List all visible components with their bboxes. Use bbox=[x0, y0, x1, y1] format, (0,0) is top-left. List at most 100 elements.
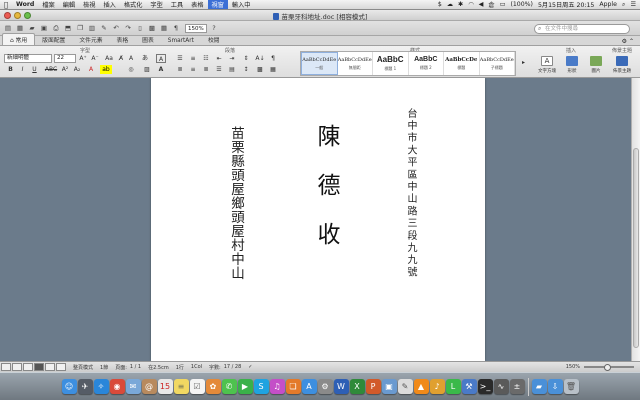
outline-view-button[interactable] bbox=[12, 363, 22, 371]
menu-edit[interactable]: 編輯 bbox=[59, 0, 79, 9]
zoom-slider[interactable] bbox=[584, 364, 634, 371]
highlight-icon[interactable]: ab bbox=[100, 65, 112, 74]
scrollbar-thumb[interactable] bbox=[633, 148, 639, 348]
open-folder-icon[interactable]: ▰ bbox=[27, 23, 37, 33]
superscript-icon[interactable]: A² bbox=[60, 65, 70, 74]
style-title[interactable]: AaBbCcDe 標題 bbox=[444, 52, 480, 75]
italic-icon[interactable]: I bbox=[18, 65, 27, 74]
line-icon[interactable]: L bbox=[445, 379, 461, 394]
bluetooth-icon[interactable]: ✱ bbox=[457, 1, 464, 8]
paste-icon[interactable]: ▥ bbox=[87, 23, 97, 33]
notebook-view-button[interactable] bbox=[45, 363, 55, 371]
document-page[interactable]: 台中市大平區中山路三段九九號 陳德收 苗栗縣頭屋鄉頭屋村中山 bbox=[151, 78, 485, 361]
menu-file[interactable]: 檔案 bbox=[38, 0, 58, 9]
itunes-icon[interactable]: ♫ bbox=[269, 379, 285, 394]
word-icon[interactable]: W bbox=[333, 379, 349, 394]
styles-more-icon[interactable]: ▸ bbox=[519, 58, 528, 67]
vertical-scrollbar[interactable] bbox=[631, 78, 640, 361]
trash-icon[interactable]: 🗑 bbox=[563, 379, 579, 394]
menu-font[interactable]: 字型 bbox=[146, 0, 166, 9]
focus-view-button[interactable] bbox=[56, 363, 66, 371]
recipient-name-text[interactable]: 陳德收 bbox=[309, 124, 343, 271]
spelling-check-icon[interactable]: ✓ bbox=[248, 364, 252, 370]
menu-input[interactable]: 輸入中 bbox=[228, 0, 255, 9]
shading-icon[interactable]: ▩ bbox=[255, 65, 265, 74]
recipient-address-text[interactable]: 苗栗縣頭屋鄉頭屋村中山 bbox=[226, 126, 246, 280]
terminal-icon[interactable]: >_ bbox=[477, 379, 493, 394]
text-direction-icon[interactable]: ⇕ bbox=[241, 54, 251, 63]
sort-icon[interactable]: A↓ bbox=[255, 54, 265, 63]
style-subtitle[interactable]: AaBbCcDdEe 子標題 bbox=[480, 52, 515, 75]
zoom-select[interactable]: 150% bbox=[185, 23, 207, 33]
help-icon[interactable]: ? bbox=[209, 23, 219, 33]
insert-picture-button[interactable]: 圖片 bbox=[584, 56, 608, 74]
templates-icon[interactable]: ▦ bbox=[15, 23, 25, 33]
notes-icon[interactable]: ≡ bbox=[173, 379, 189, 394]
table-insert-icon[interactable]: ▦ bbox=[159, 23, 169, 33]
phonetic-guide-icon[interactable]: あ bbox=[140, 54, 150, 63]
menu-format[interactable]: 格式化 bbox=[120, 0, 147, 9]
insert-text-box-button[interactable]: A 文字方塊 bbox=[535, 56, 559, 74]
menu-clock[interactable]: 5月15日周五 20:15 bbox=[537, 0, 595, 9]
media-browser-icon[interactable]: ▩ bbox=[147, 23, 157, 33]
apple-menu-icon[interactable]:  bbox=[0, 1, 12, 9]
show-marks-icon[interactable]: ¶ bbox=[268, 54, 278, 63]
numbering-icon[interactable]: ≡ bbox=[188, 54, 198, 63]
finder-icon[interactable]: ☺ bbox=[61, 379, 77, 394]
clear-format-icon[interactable]: A̸ bbox=[116, 54, 126, 63]
script-menu-icon[interactable]: $ bbox=[437, 1, 443, 8]
subscript-icon[interactable]: A₂ bbox=[72, 65, 82, 74]
input-source-icon[interactable]: 倉 bbox=[487, 0, 495, 9]
change-case-icon[interactable]: Aa bbox=[104, 54, 114, 63]
messages-icon[interactable]: ✆ bbox=[221, 379, 237, 394]
skype-icon[interactable]: S bbox=[253, 379, 269, 394]
photos-icon[interactable]: ✿ bbox=[205, 379, 221, 394]
format-painter-icon[interactable]: ✎ bbox=[99, 23, 109, 33]
align-left-icon[interactable]: ≣ bbox=[175, 65, 185, 74]
shrink-font-icon[interactable]: A⁻ bbox=[90, 54, 100, 63]
decrease-indent-icon[interactable]: ⇤ bbox=[214, 54, 224, 63]
sender-address-text[interactable]: 台中市大平區中山路三段九九號 bbox=[403, 108, 418, 279]
volume-icon[interactable]: ◀ bbox=[478, 1, 485, 8]
xcode-icon[interactable]: ⚒ bbox=[461, 379, 477, 394]
app-store-icon[interactable]: A bbox=[301, 379, 317, 394]
enclose-character-icon[interactable]: ◎ bbox=[126, 65, 136, 74]
character-border-icon[interactable]: A bbox=[156, 54, 166, 63]
calculator-icon[interactable]: ± bbox=[509, 379, 525, 394]
insert-shape-button[interactable]: 形狀 bbox=[560, 56, 584, 74]
word-count[interactable]: 17 / 28 bbox=[224, 364, 242, 370]
draft-view-button[interactable] bbox=[1, 363, 11, 371]
vlc-icon[interactable]: ▲ bbox=[413, 379, 429, 394]
contacts-icon[interactable]: @ bbox=[141, 379, 157, 394]
multilevel-list-icon[interactable]: ☷ bbox=[201, 54, 211, 63]
launchpad-icon[interactable]: ✈ bbox=[77, 379, 93, 394]
style-heading-2[interactable]: AaBbC 標題 2 bbox=[409, 52, 444, 75]
font-name-select[interactable]: 新細明體 bbox=[4, 54, 52, 63]
activity-monitor-icon[interactable]: ∿ bbox=[493, 379, 509, 394]
publishing-view-button[interactable] bbox=[23, 363, 33, 371]
print-icon[interactable]: ⎙ bbox=[51, 23, 61, 33]
menu-word[interactable]: Word bbox=[12, 1, 38, 8]
tab-document-elements[interactable]: 文件元素 bbox=[72, 34, 109, 45]
ibooks-icon[interactable]: ❏ bbox=[285, 379, 301, 394]
system-preferences-icon[interactable]: ⚙ bbox=[317, 379, 333, 394]
window-title-bar[interactable]: 苗栗牙科地址.doc [相容模式] bbox=[0, 10, 640, 21]
reminders-icon[interactable]: ☑ bbox=[189, 379, 205, 394]
grow-font-icon[interactable]: A⁺ bbox=[78, 54, 88, 63]
user-menu[interactable]: Apple bbox=[598, 1, 618, 8]
justify-icon[interactable]: ☰ bbox=[214, 65, 224, 74]
line-spacing-icon[interactable]: ↕ bbox=[241, 65, 251, 74]
sidebar-toggle-icon[interactable]: ▯ bbox=[135, 23, 145, 33]
bold-icon[interactable]: B bbox=[6, 65, 15, 74]
copy-icon[interactable]: ❐ bbox=[75, 23, 85, 33]
text-effects-icon[interactable]: A bbox=[126, 54, 136, 63]
align-center-icon[interactable]: ≡ bbox=[188, 65, 198, 74]
notification-center-icon[interactable]: ☰ bbox=[629, 1, 637, 8]
font-color-icon[interactable]: A bbox=[86, 65, 96, 74]
character-shading-icon[interactable]: ▨ bbox=[142, 65, 152, 74]
bullets-icon[interactable]: ☰ bbox=[175, 54, 185, 63]
tab-tables[interactable]: 表格 bbox=[110, 34, 136, 45]
tab-smartart[interactable]: SmartArt bbox=[161, 37, 201, 45]
document-search-input[interactable]: ⌕ 在文件中搜尋 bbox=[534, 24, 630, 34]
themes-button[interactable]: 佈景主題 bbox=[610, 56, 634, 74]
